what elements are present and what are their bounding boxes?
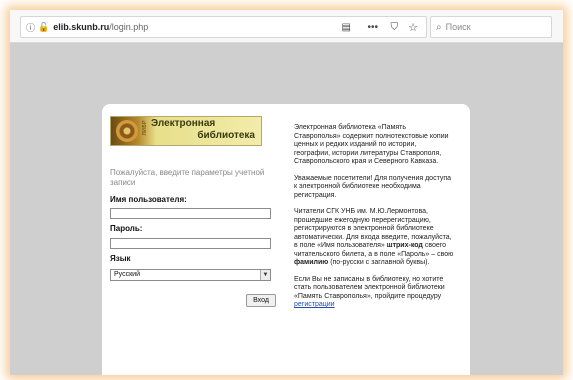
info-p4-text: Если Вы не записаны в библиотеку, но хот… (294, 275, 445, 300)
library-logo: ЛИБР Электронная библиотека (110, 116, 262, 146)
pocket-icon[interactable]: ⛉ (391, 22, 399, 33)
info-text: Электронная библиотека «Память Ставропол… (294, 124, 454, 318)
url-path: /login.php (109, 22, 149, 32)
info-surname-bold: фамилию (294, 259, 329, 266)
search-input[interactable]: ⌕ Поиск (430, 16, 552, 38)
registration-link[interactable]: регистрации (294, 301, 335, 308)
logo-disc-icon (116, 120, 138, 142)
search-placeholder: Поиск (445, 22, 471, 32)
insecure-lock-icon[interactable]: 🔓 (38, 22, 49, 33)
logo-small-text: ЛИБР (142, 120, 148, 136)
info-paragraph-4: Если Вы не записаны в библиотеку, но хот… (294, 276, 454, 310)
address-bar[interactable]: ⓘ 🔓 elib.skunb.ru /login.php ▤ ••• ⛉ ☆ (20, 16, 427, 38)
info-p3-text-e: (по-русски с заглавной буквы). (330, 259, 430, 266)
browser-toolbar: ⓘ 🔓 elib.skunb.ru /login.php ▤ ••• ⛉ ☆ ⌕… (10, 10, 563, 43)
info-icon[interactable]: ⓘ (26, 21, 35, 34)
logo-line-1: Электронная (151, 118, 216, 129)
login-prompt: Пожалуйста, введите параметры учетной за… (110, 168, 265, 187)
username-label: Имя пользователя: (110, 195, 187, 204)
more-actions-icon[interactable]: ••• (367, 22, 378, 33)
password-field[interactable] (110, 238, 271, 249)
search-icon: ⌕ (436, 21, 442, 33)
info-paragraph-3: Читатели СГК УНБ им. М.Ю.Лермонтова, про… (294, 208, 454, 268)
password-label: Пароль: (110, 224, 143, 233)
info-paragraph-1: Электронная библиотека «Память Ставропол… (294, 124, 449, 165)
browser-window: ⓘ 🔓 elib.skunb.ru /login.php ▤ ••• ⛉ ☆ ⌕… (10, 10, 563, 375)
bookmark-star-icon[interactable]: ☆ (408, 21, 418, 34)
reader-view-icon[interactable]: ▤ (342, 22, 351, 33)
info-paragraph-2: Уважаемые посетители! Для получения дост… (294, 174, 452, 199)
chevron-down-icon[interactable]: ▼ (260, 270, 270, 280)
url-host: elib.skunb.ru (53, 22, 110, 32)
language-selected: Русский (114, 271, 140, 278)
language-label: Язык (110, 254, 131, 263)
login-panel: ЛИБР Электронная библиотека Пожалуйста, … (102, 104, 470, 375)
login-button[interactable]: Вход (246, 294, 276, 307)
info-barcode-bold: штрих-код (386, 242, 423, 249)
username-field[interactable] (110, 208, 271, 219)
language-select[interactable]: Русский ▼ (110, 269, 271, 281)
logo-line-2: библиотека (197, 130, 255, 141)
